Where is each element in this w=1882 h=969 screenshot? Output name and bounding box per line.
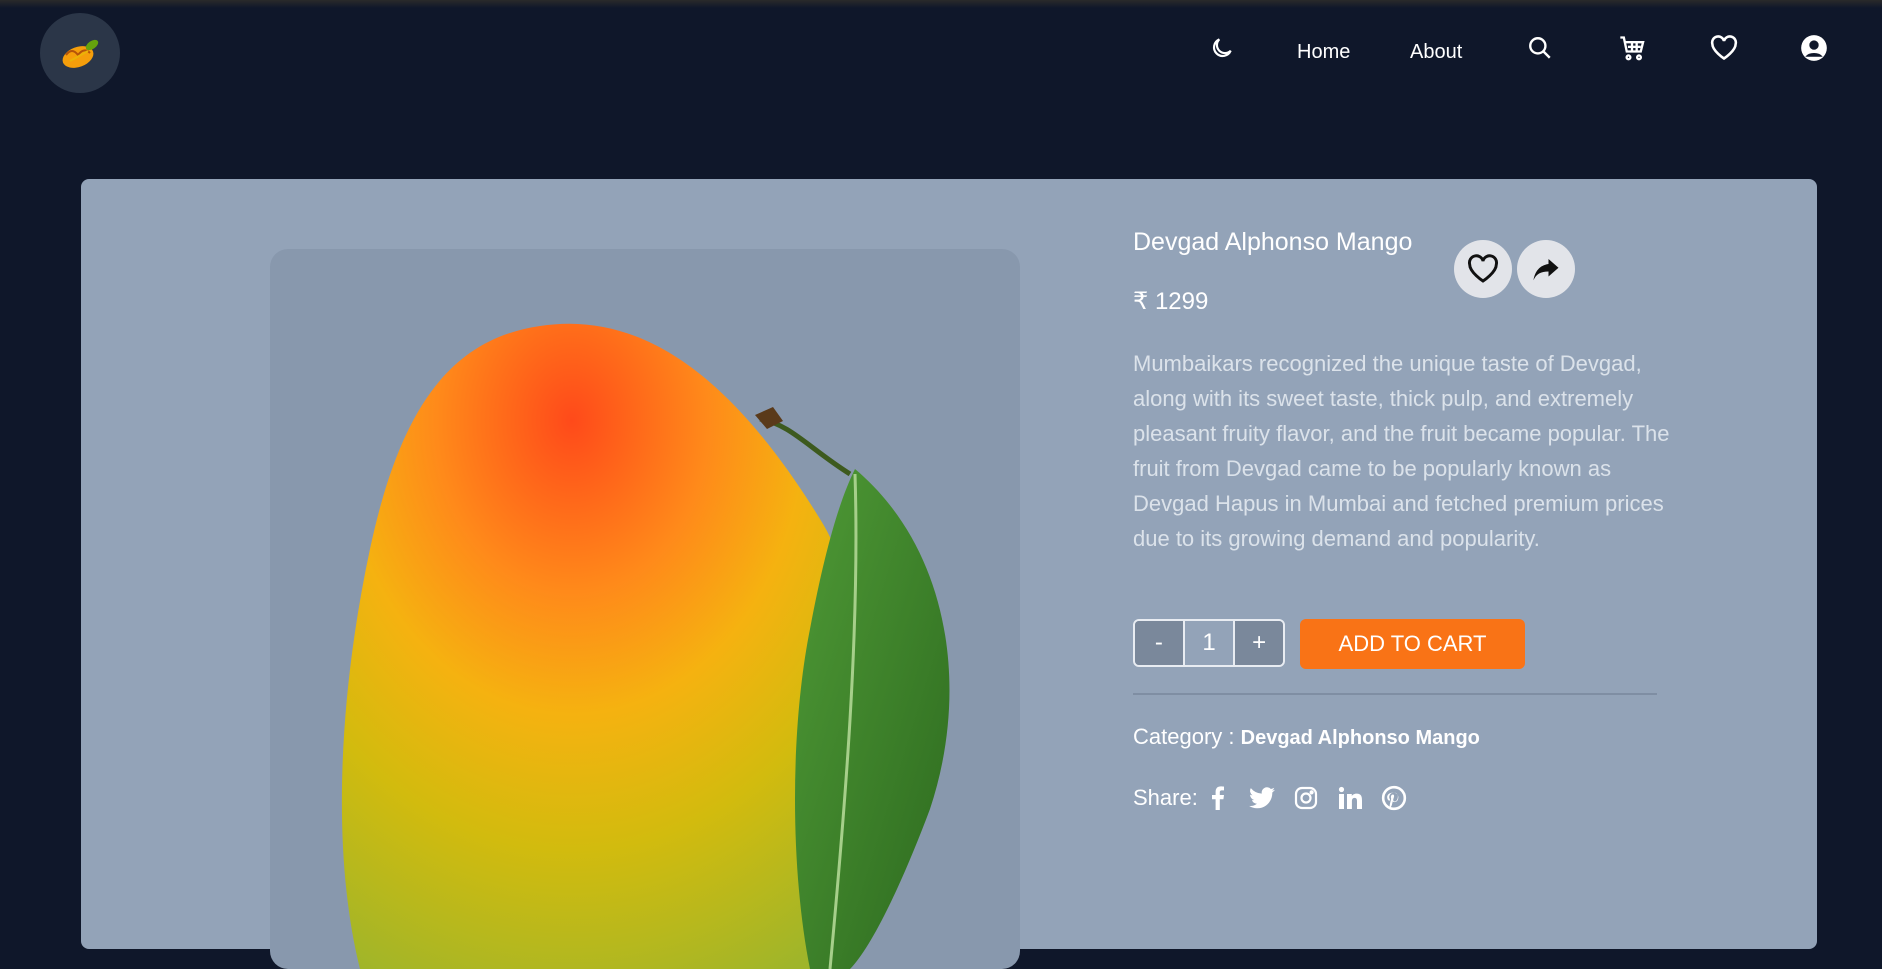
divider bbox=[1133, 693, 1657, 695]
share-row: Share: bbox=[1133, 782, 1410, 814]
product-image-panel bbox=[270, 249, 1020, 969]
mango-logo-icon bbox=[62, 39, 99, 68]
share-label: Share: bbox=[1133, 785, 1198, 810]
nav-about-link[interactable]: About bbox=[1410, 32, 1462, 72]
search-icon[interactable] bbox=[1524, 32, 1556, 64]
heart-icon[interactable] bbox=[1708, 32, 1740, 64]
nav-home-link[interactable]: Home bbox=[1297, 32, 1350, 72]
quantity-stepper: - 1 + bbox=[1133, 619, 1285, 667]
category-value[interactable]: Devgad Alphonso Mango bbox=[1241, 727, 1480, 749]
user-circle-icon[interactable] bbox=[1798, 32, 1830, 64]
logo[interactable] bbox=[40, 13, 120, 93]
share-button[interactable] bbox=[1517, 240, 1575, 298]
mango-product-image bbox=[341, 323, 950, 969]
decrement-button[interactable]: - bbox=[1135, 621, 1183, 665]
instagram-icon[interactable] bbox=[1290, 782, 1322, 814]
navbar: Home About bbox=[0, 8, 1882, 98]
facebook-icon[interactable] bbox=[1202, 782, 1234, 814]
product-description: Mumbaikars recognized the unique taste o… bbox=[1133, 351, 1670, 551]
increment-button[interactable]: + bbox=[1235, 621, 1283, 665]
quantity-value[interactable]: 1 bbox=[1182, 621, 1236, 665]
cart-icon[interactable] bbox=[1616, 32, 1648, 64]
wishlist-button[interactable] bbox=[1454, 240, 1512, 298]
category-row: Category : Devgad Alphonso Mango bbox=[1133, 724, 1480, 750]
pinterest-icon[interactable] bbox=[1378, 782, 1410, 814]
moon-icon[interactable] bbox=[1206, 32, 1238, 64]
add-to-cart-button[interactable]: ADD TO CART bbox=[1300, 619, 1525, 669]
product-price: ₹ 1299 bbox=[1133, 288, 1209, 315]
top-shadow bbox=[0, 0, 1882, 8]
linkedin-icon[interactable] bbox=[1334, 782, 1366, 814]
twitter-icon[interactable] bbox=[1246, 782, 1278, 814]
category-label: Category : bbox=[1133, 724, 1235, 749]
product-card: Devgad Alphonso Mango ₹ 1299 Mumbaikars … bbox=[81, 179, 1817, 969]
share-arrow-icon bbox=[1533, 259, 1559, 281]
heart-outline-icon bbox=[1468, 254, 1498, 283]
product-title: Devgad Alphonso Mango bbox=[1133, 228, 1413, 256]
